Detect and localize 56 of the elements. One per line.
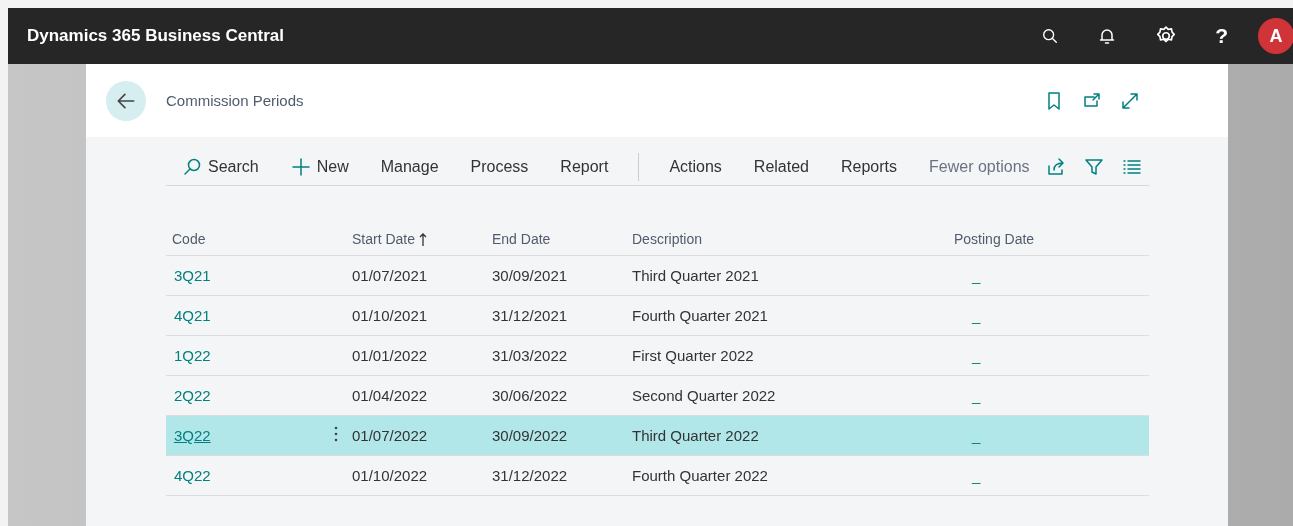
column-header[interactable]: Description [626,222,948,256]
posting-date-link[interactable]: _ [948,375,1149,416]
code-link[interactable]: 4Q22 [166,455,328,496]
menu-button[interactable]: Related [737,158,825,176]
table-cell: First Quarter 2022 [626,335,948,376]
code-link[interactable]: 4Q21 [166,295,328,336]
table-cell: Second Quarter 2022 [626,375,948,416]
back-button[interactable] [106,80,146,121]
column-header[interactable]: Start Date [346,222,486,256]
more-options-icon[interactable] [334,426,338,442]
table-cell: Third Quarter 2022 [626,415,948,456]
menu-button[interactable]: Actions [653,158,738,176]
posting-date-link[interactable]: _ [948,415,1149,456]
table-cell: 31/12/2021 [486,295,626,336]
table-cell: 30/06/2022 [486,375,626,416]
code-link[interactable]: 3Q21 [166,255,328,296]
menu-button[interactable]: Report [544,158,625,176]
table-cell: 01/10/2022 [346,455,486,496]
table-cell: Fourth Quarter 2022 [626,455,948,496]
posting-date-link[interactable]: _ [948,295,1149,336]
code-link[interactable]: 1Q22 [166,335,328,376]
menu-button[interactable]: Process [454,158,545,176]
search-button[interactable]: Search [166,157,275,177]
table-cell: 30/09/2022 [486,415,626,456]
column-header[interactable]: Posting Date [948,222,1149,256]
filter-icon[interactable] [1083,157,1104,177]
posting-date-link[interactable]: _ [948,255,1149,296]
menu-button[interactable]: Manage [364,158,455,176]
posting-date-link[interactable]: _ [948,455,1149,496]
user-avatar[interactable]: A [1258,18,1293,54]
help-button[interactable]: ? [1215,24,1228,48]
code-link[interactable]: 3Q22 [166,415,328,456]
plus-icon[interactable] [290,157,311,177]
table-cell: 30/09/2021 [486,255,626,296]
search-icon[interactable] [1041,27,1060,45]
table-cell: 01/01/2022 [346,335,486,376]
table-cell: 01/10/2021 [346,295,486,336]
table-cell: 01/04/2022 [346,375,486,416]
fewer-options-button[interactable]: Fewer options [913,158,1046,176]
menu-button[interactable]: Reports [825,158,914,176]
app-title: Dynamics 365 Business Central [27,26,285,46]
table-cell: 01/07/2022 [346,415,486,456]
dialog-title: Commission Periods [166,92,305,109]
table-cell: 01/07/2021 [346,255,486,296]
new-button[interactable]: New [274,157,365,177]
posting-date-link[interactable]: _ [948,335,1149,376]
table-cell: 31/12/2022 [486,455,626,496]
column-header[interactable]: Code [166,222,328,256]
table-cell: Fourth Quarter 2021 [626,295,948,336]
share-icon[interactable] [1045,157,1066,177]
list-icon[interactable] [1121,157,1142,177]
column-header[interactable]: End Date [486,222,626,256]
table-cell: Third Quarter 2021 [626,255,948,296]
table-cell: 31/03/2022 [486,335,626,376]
expand-icon[interactable] [1120,90,1140,111]
code-link[interactable]: 2Q22 [166,375,328,416]
